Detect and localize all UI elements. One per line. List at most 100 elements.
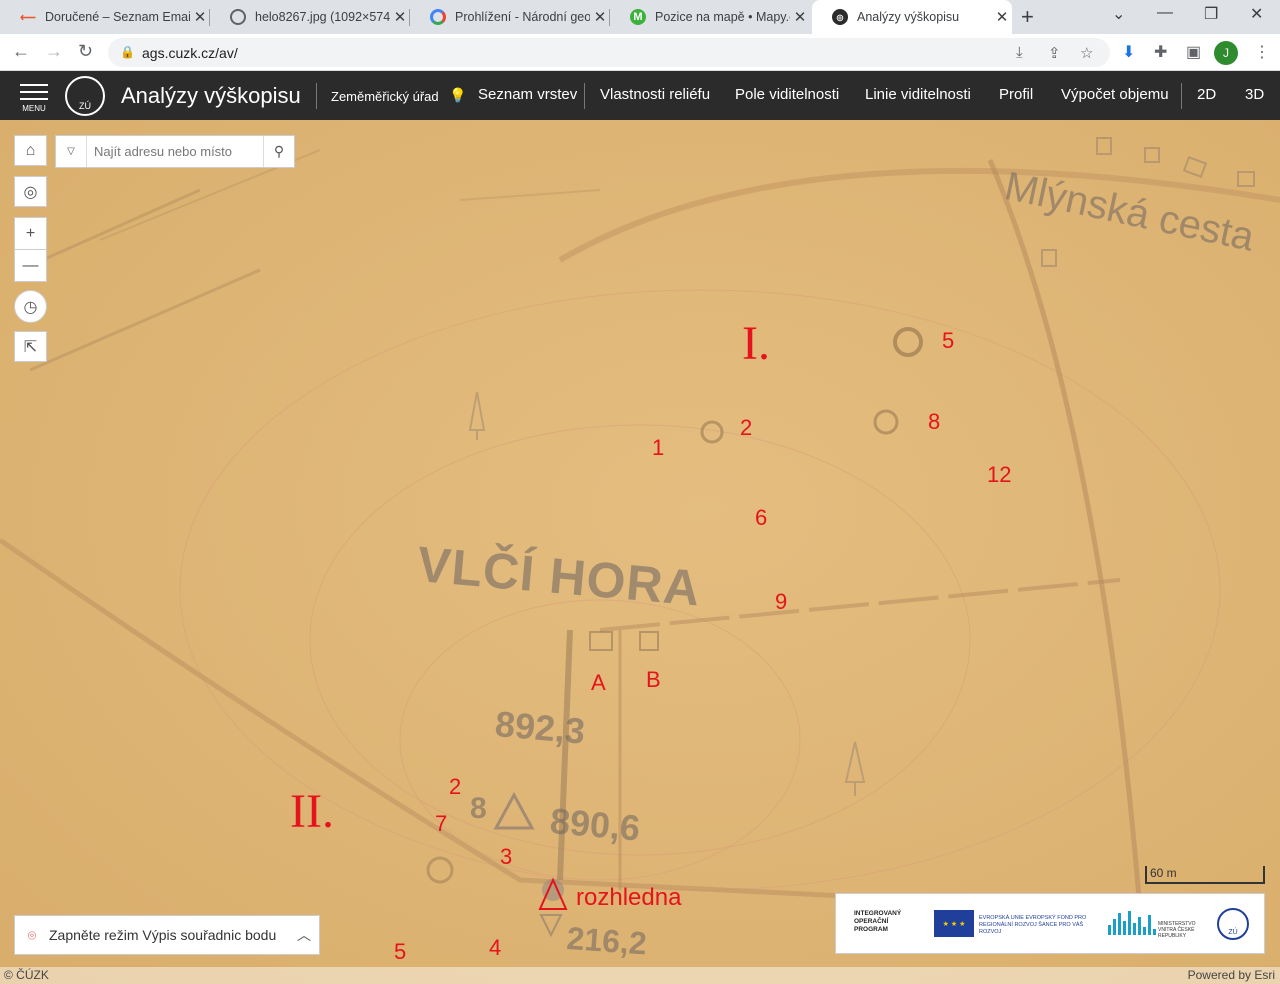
- lightbulb-icon[interactable]: 💡: [449, 87, 466, 104]
- download-icon[interactable]: ⬇: [1122, 42, 1135, 62]
- compass-icon: ◎: [23, 183, 38, 201]
- annotation-number: 1: [652, 435, 665, 460]
- scale-bar: 60 m: [1145, 866, 1265, 884]
- nav-relief-properties[interactable]: Vlastnosti reliéfu: [600, 86, 710, 103]
- divider: [316, 83, 317, 109]
- locate-button[interactable]: ◎: [14, 176, 47, 207]
- close-icon[interactable]: ✕: [590, 8, 610, 26]
- browser-tab[interactable]: helo8267.jpg (1092×574) ✕: [210, 0, 410, 34]
- nav-profile[interactable]: Profil: [999, 86, 1033, 103]
- browser-tab-active[interactable]: ◎ Analýzy výškopisu ✕: [812, 0, 1012, 34]
- new-tab-icon[interactable]: +: [1021, 4, 1034, 30]
- menu-button[interactable]: MENU: [20, 84, 48, 113]
- forward-icon[interactable]: →: [45, 41, 63, 62]
- nav-3d[interactable]: 3D: [1245, 86, 1264, 103]
- eu-logo-text: EVROPSKÁ UNIE EVROPSKÝ FOND PRO REGIONÁL…: [979, 915, 1087, 935]
- bookmark-star-icon[interactable]: ☆: [1080, 44, 1093, 62]
- search-source-dropdown[interactable]: ▽: [56, 136, 87, 167]
- rotation-button[interactable]: ◷: [14, 290, 47, 323]
- mv-logo: MINISTERSTVO VNITRA ČESKÉ REPUBLIKY: [1108, 911, 1198, 939]
- nav-visibility-line[interactable]: Linie viditelnosti: [865, 86, 971, 103]
- back-icon[interactable]: ←: [12, 41, 30, 62]
- annotation-letter: B: [646, 667, 661, 692]
- install-icon[interactable]: ⤓: [1016, 44, 1023, 61]
- annotation-number: 5: [942, 328, 955, 353]
- zu-logo: ZÚ: [1217, 908, 1249, 940]
- globe-icon: [230, 9, 246, 25]
- url-text: ags.cuzk.cz/av/: [142, 45, 238, 61]
- org-name: Zeměměřický úřad: [331, 89, 438, 104]
- annotation-roman-1: I.: [742, 317, 770, 370]
- close-icon[interactable]: ✕: [790, 8, 810, 26]
- home-icon: ⌂: [25, 141, 36, 159]
- browser-tab[interactable]: Prohlížení - Národní geop ✕: [410, 0, 610, 34]
- chevron-up-icon[interactable]: ︿: [289, 925, 319, 945]
- cuzk-icon: ◎: [832, 9, 848, 25]
- divider: [1181, 83, 1182, 109]
- annotation-number: 7: [435, 811, 448, 836]
- tab-title: Analýzy výškopisu: [857, 10, 960, 24]
- nav-layer-list[interactable]: Seznam vrstev: [478, 86, 577, 103]
- app-title: Analýzy výškopisu: [121, 83, 301, 108]
- google-icon: [430, 9, 446, 25]
- browser-tab-strip: ⟵ Doručené – Seznam Email ✕ helo8267.jpg…: [0, 0, 1280, 34]
- address-bar: ← → ↻ 🔒 ags.cuzk.cz/av/ ⤓ ⇪ ☆: [0, 34, 1280, 71]
- annotation-number: 4: [489, 935, 502, 960]
- minimize-icon[interactable]: —: [1157, 4, 1173, 22]
- annotation-number: 2: [449, 774, 462, 799]
- elevation-label: 216,2: [565, 920, 648, 962]
- home-button[interactable]: ⌂: [14, 135, 47, 166]
- zoom-out-button[interactable]: —: [14, 249, 47, 282]
- open-external-button[interactable]: ⇱: [14, 331, 47, 362]
- attribution-left: © ČÚZK: [4, 968, 49, 982]
- restore-icon[interactable]: ❐: [1204, 4, 1218, 24]
- browser-tab[interactable]: M Pozice na mapě • Mapy.cz ✕: [610, 0, 810, 34]
- tab-title: Pozice na mapě • Mapy.cz: [655, 10, 790, 24]
- browser-tab[interactable]: ⟵ Doručené – Seznam Email ✕: [0, 0, 210, 34]
- hillshade-background: [0, 120, 1280, 984]
- search-input[interactable]: Najít adresu nebo místo: [87, 144, 263, 159]
- location-pin-icon: ⌾: [27, 926, 37, 943]
- zoom-in-button[interactable]: +: [14, 217, 47, 250]
- annotation-number: 8: [928, 409, 941, 434]
- chevron-down-icon[interactable]: ⌄: [1112, 4, 1125, 24]
- annotation-number: 9: [775, 589, 788, 614]
- close-icon[interactable]: ✕: [992, 8, 1012, 26]
- search-widget: ▽ Najít adresu nebo místo ⚲: [55, 135, 295, 168]
- map-view[interactable]: Mlýnská cesta VLČÍ HORA 892,3 890,6 8 21…: [0, 120, 1280, 984]
- mv-logo-text: MINISTERSTVO VNITRA ČESKÉ REPUBLIKY: [1158, 921, 1196, 939]
- url-field[interactable]: 🔒 ags.cuzk.cz/av/ ⤓ ⇪ ☆: [108, 38, 1110, 67]
- close-icon[interactable]: ✕: [390, 8, 410, 26]
- annotation-number: 12: [987, 462, 1012, 487]
- nav-visibility-field[interactable]: Pole viditelnosti: [735, 86, 839, 103]
- elevation-label: 8: [470, 792, 487, 825]
- close-icon[interactable]: ✕: [190, 8, 210, 26]
- app-header: MENU ZÚ Analýzy výškopisu Zeměměřický úř…: [0, 71, 1280, 120]
- side-panel-icon[interactable]: ▣: [1186, 42, 1201, 62]
- elevation-label: 892,3: [493, 703, 587, 752]
- mapy-icon: M: [630, 9, 646, 25]
- funding-logos: INTEGROVANÝ OPERAČNÍ PROGRAM ★ ★ ★ EVROP…: [835, 893, 1265, 954]
- window-close-icon[interactable]: ✕: [1250, 4, 1263, 24]
- plus-icon: +: [25, 225, 36, 242]
- tab-title: Prohlížení - Národní geop: [455, 10, 590, 24]
- extensions-icon[interactable]: ✚: [1154, 42, 1167, 62]
- avatar[interactable]: J: [1214, 41, 1238, 65]
- attribution-right[interactable]: Powered by Esri: [1188, 968, 1275, 982]
- annotation-rozhledna: rozhledna: [576, 884, 682, 911]
- nav-2d[interactable]: 2D: [1197, 86, 1216, 103]
- search-button[interactable]: ⚲: [263, 136, 294, 167]
- annotation-number: 3: [500, 844, 513, 869]
- tab-title: Doručené – Seznam Email: [45, 10, 190, 24]
- clock-icon: ◷: [23, 298, 38, 316]
- minus-icon: —: [22, 256, 39, 274]
- share-icon[interactable]: ⇪: [1048, 44, 1061, 62]
- annotation-number: 2: [740, 415, 753, 440]
- search-icon: ⚲: [273, 143, 285, 159]
- menu-label: MENU: [22, 104, 46, 113]
- eu-flag-icon: ★ ★ ★: [934, 910, 974, 937]
- more-icon[interactable]: ⋮: [1254, 42, 1270, 62]
- coordinate-mode-bar[interactable]: ⌾ Zapněte režim Výpis souřadnic bodu ︿: [14, 915, 320, 955]
- reload-icon[interactable]: ↻: [78, 41, 93, 62]
- nav-volume[interactable]: Výpočet objemu: [1061, 86, 1169, 103]
